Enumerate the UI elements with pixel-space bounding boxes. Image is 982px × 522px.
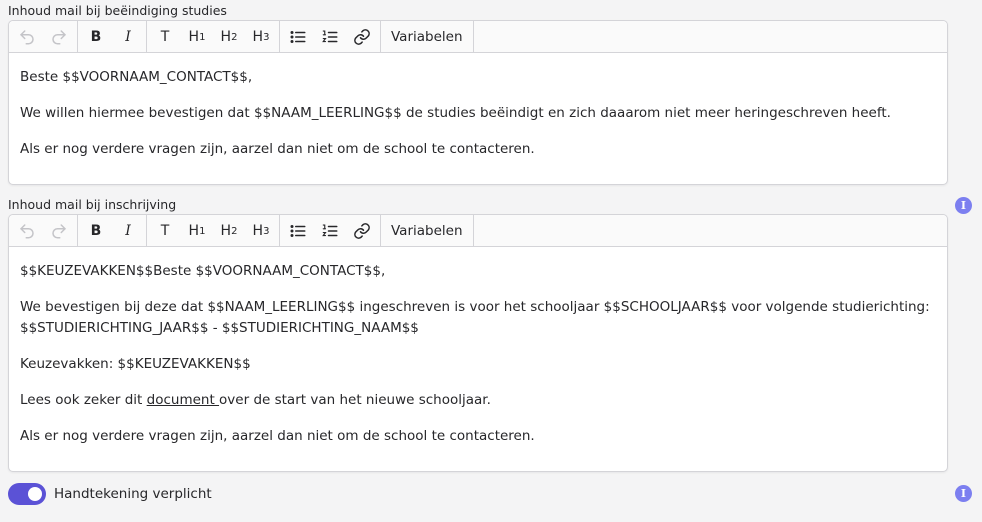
heading2-label: H — [220, 222, 232, 239]
variables-button[interactable]: Variabelen — [383, 223, 471, 239]
heading1-sub: 1 — [199, 226, 206, 237]
list-group — [280, 21, 381, 52]
undo-icon[interactable] — [11, 21, 43, 52]
heading2-button[interactable]: H2 — [213, 215, 245, 246]
link-icon[interactable] — [346, 21, 378, 52]
heading1-button[interactable]: H1 — [181, 215, 213, 246]
format-group: B I — [78, 215, 147, 246]
heading3-button[interactable]: H3 — [245, 21, 277, 52]
list-group — [280, 215, 381, 246]
italic-button[interactable]: I — [112, 21, 144, 52]
editor-end-studies[interactable]: B I T H1 H2 H3 Variabelen Beste $$VOORNA… — [8, 20, 948, 185]
history-group — [9, 21, 78, 52]
link-icon[interactable] — [346, 215, 378, 246]
paragraph: Als er nog verdere vragen zijn, aarzel d… — [20, 428, 535, 444]
paragraph: Keuzevakken: $$KEUZEVAKKEN$$ — [20, 356, 251, 372]
redo-icon[interactable] — [43, 21, 75, 52]
heading3-button[interactable]: H3 — [245, 215, 277, 246]
heading2-sub: 2 — [231, 32, 238, 43]
document-link[interactable]: document — [147, 392, 219, 408]
heading1-label: H — [188, 28, 200, 45]
paragraph: $$KEUZEVAKKEN$$Beste $$VOORNAAM_CONTACT$… — [20, 263, 386, 279]
italic-button[interactable]: I — [112, 215, 144, 246]
ordered-list-icon[interactable] — [314, 215, 346, 246]
toggle-knob — [28, 487, 42, 501]
info-icon[interactable]: I — [955, 197, 972, 214]
bullet-list-icon[interactable] — [282, 215, 314, 246]
heading2-button[interactable]: H2 — [213, 21, 245, 52]
heading1-button[interactable]: H1 — [181, 21, 213, 52]
link-text-after: over de start van het nieuwe schooljaar. — [219, 392, 491, 408]
variables-group: Variabelen — [381, 215, 474, 246]
heading1-sub: 1 — [199, 32, 206, 43]
paragraph: We willen hiermee bevestigen dat $$NAAM_… — [20, 105, 891, 121]
editor-enrollment[interactable]: B I T H1 H2 H3 Variabelen $$KEUZEVAKKEN$… — [8, 214, 948, 472]
paragraph-with-link: Lees ook zeker dit document over de star… — [20, 390, 936, 411]
redo-icon[interactable] — [43, 215, 75, 246]
heading-group: T H1 H2 H3 — [147, 21, 280, 52]
heading2-label: H — [220, 28, 232, 45]
editor-content[interactable]: $$KEUZEVAKKEN$$Beste $$VOORNAAM_CONTACT$… — [9, 247, 947, 468]
editor-toolbar: B I T H1 H2 H3 Variabelen — [9, 21, 947, 53]
heading3-sub: 3 — [263, 32, 270, 43]
heading3-sub: 3 — [263, 226, 270, 237]
heading-group: T H1 H2 H3 — [147, 215, 280, 246]
link-text-before: Lees ook zeker dit — [20, 392, 147, 408]
text-button[interactable]: T — [149, 21, 181, 52]
bullet-list-icon[interactable] — [282, 21, 314, 52]
history-group — [9, 215, 78, 246]
field-label-end-studies: Inhoud mail bij beëindiging studies — [8, 3, 227, 18]
heading3-label: H — [252, 222, 264, 239]
info-icon[interactable]: I — [955, 485, 972, 502]
paragraph: Beste $$VOORNAAM_CONTACT$$, — [20, 69, 253, 85]
variables-button[interactable]: Variabelen — [383, 29, 471, 45]
text-button[interactable]: T — [149, 215, 181, 246]
heading1-label: H — [188, 222, 200, 239]
format-group: B I — [78, 21, 147, 52]
signature-required-toggle[interactable] — [8, 483, 46, 505]
bold-button[interactable]: B — [80, 215, 112, 246]
signature-required-label: Handtekening verplicht — [54, 486, 212, 502]
bold-button[interactable]: B — [80, 21, 112, 52]
variables-group: Variabelen — [381, 21, 474, 52]
editor-content[interactable]: Beste $$VOORNAAM_CONTACT$$, We willen hi… — [9, 53, 947, 181]
field-label-enrollment: Inhoud mail bij inschrijving — [8, 197, 177, 212]
editor-toolbar: B I T H1 H2 H3 Variabelen — [9, 215, 947, 247]
ordered-list-icon[interactable] — [314, 21, 346, 52]
undo-icon[interactable] — [11, 215, 43, 246]
heading2-sub: 2 — [231, 226, 238, 237]
paragraph: Als er nog verdere vragen zijn, aarzel d… — [20, 141, 535, 157]
heading3-label: H — [252, 28, 264, 45]
paragraph: We bevestigen bij deze dat $$NAAM_LEERLI… — [20, 299, 930, 336]
